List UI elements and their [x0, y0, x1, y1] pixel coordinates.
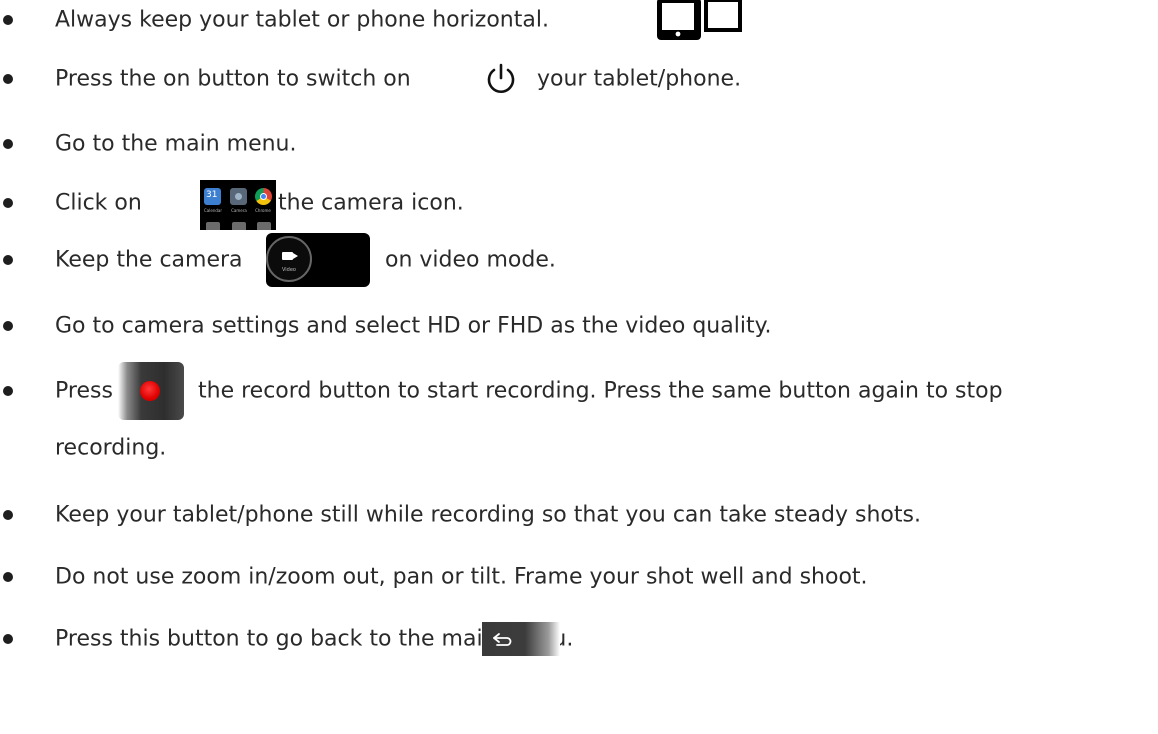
- app-label-camera: Camera: [231, 208, 247, 213]
- instruction-video-mode: Keep the camera Video on video mode.: [0, 233, 1158, 287]
- camera-app-icon: [230, 188, 247, 205]
- bullet: [3, 15, 13, 25]
- instruction-continuation: recording.: [55, 435, 167, 461]
- power-icon: [487, 63, 515, 93]
- app-icons: Calendar Camera Chrome: [200, 180, 276, 230]
- instruction-text: Keep the camera: [55, 247, 243, 273]
- video-camera-lens: [293, 253, 298, 259]
- record-dot: [140, 381, 160, 401]
- instruction-text-after: your tablet/phone.: [537, 66, 742, 92]
- instruction-quality: Go to camera settings and select HD or F…: [0, 306, 1158, 346]
- bullet: [3, 255, 13, 265]
- bullet: [3, 139, 13, 149]
- app-icon-stub: [206, 222, 220, 230]
- bullet: [3, 74, 13, 84]
- video-mode-icon: Video: [254, 233, 370, 287]
- bullet: [3, 198, 13, 208]
- instruction-camera-app: Click on Calendar Camera Chrome the came…: [0, 180, 1158, 230]
- app-icon-stub: [257, 222, 271, 230]
- instruction-menu: Go to the main menu.: [0, 124, 1158, 164]
- orientation-icon: [657, 0, 742, 40]
- app-icon-stub: [232, 222, 246, 230]
- instruction-text-after: on video mode.: [385, 247, 556, 273]
- bullet: [3, 572, 13, 582]
- instruction-text: Always keep your tablet or phone horizon…: [55, 7, 549, 33]
- app-label-calendar: Calendar: [204, 208, 222, 213]
- bullet: [3, 321, 13, 331]
- instruction-text: Click on: [55, 190, 142, 216]
- bullet: [3, 386, 13, 396]
- instruction-zoom: Do not use zoom in/zoom out, pan or tilt…: [0, 557, 1158, 597]
- bullet: [3, 510, 13, 520]
- instruction-text-after: the camera icon.: [278, 190, 464, 216]
- video-label: Video: [281, 267, 296, 273]
- instruction-text: Go to the main menu.: [55, 131, 297, 157]
- instruction-text: Press: [55, 378, 113, 404]
- instruction-steady: Keep your tablet/phone still while recor…: [0, 495, 1158, 535]
- instruction-horizontal: Always keep your tablet or phone horizon…: [0, 0, 1158, 40]
- instruction-text: Do not use zoom in/zoom out, pan or tilt…: [55, 564, 868, 590]
- app-label-chrome: Chrome: [255, 208, 271, 213]
- video-mode-ring: Video: [266, 236, 312, 282]
- instruction-record-continuation: recording.: [0, 428, 1158, 468]
- instruction-power: Press the on button to switch on your ta…: [0, 59, 1158, 99]
- instruction-text-after: the record button to start recording. Pr…: [198, 378, 1003, 404]
- video-camera-icon: [282, 252, 293, 260]
- instruction-text: Go to camera settings and select HD or F…: [55, 313, 772, 339]
- instruction-record: Press the record button to start recordi…: [0, 362, 1158, 420]
- instruction-back: Press this button to go back to the main…: [0, 619, 1158, 659]
- bullet: [3, 634, 13, 644]
- back-button-icon: [482, 622, 560, 656]
- instruction-text: Keep your tablet/phone still while recor…: [55, 502, 921, 528]
- chrome-icon: [255, 188, 272, 205]
- back-arrow-icon: [493, 633, 512, 646]
- instruction-text: Press the on button to switch on: [55, 66, 411, 92]
- calendar-icon: [204, 188, 221, 205]
- record-button-icon: [118, 362, 184, 420]
